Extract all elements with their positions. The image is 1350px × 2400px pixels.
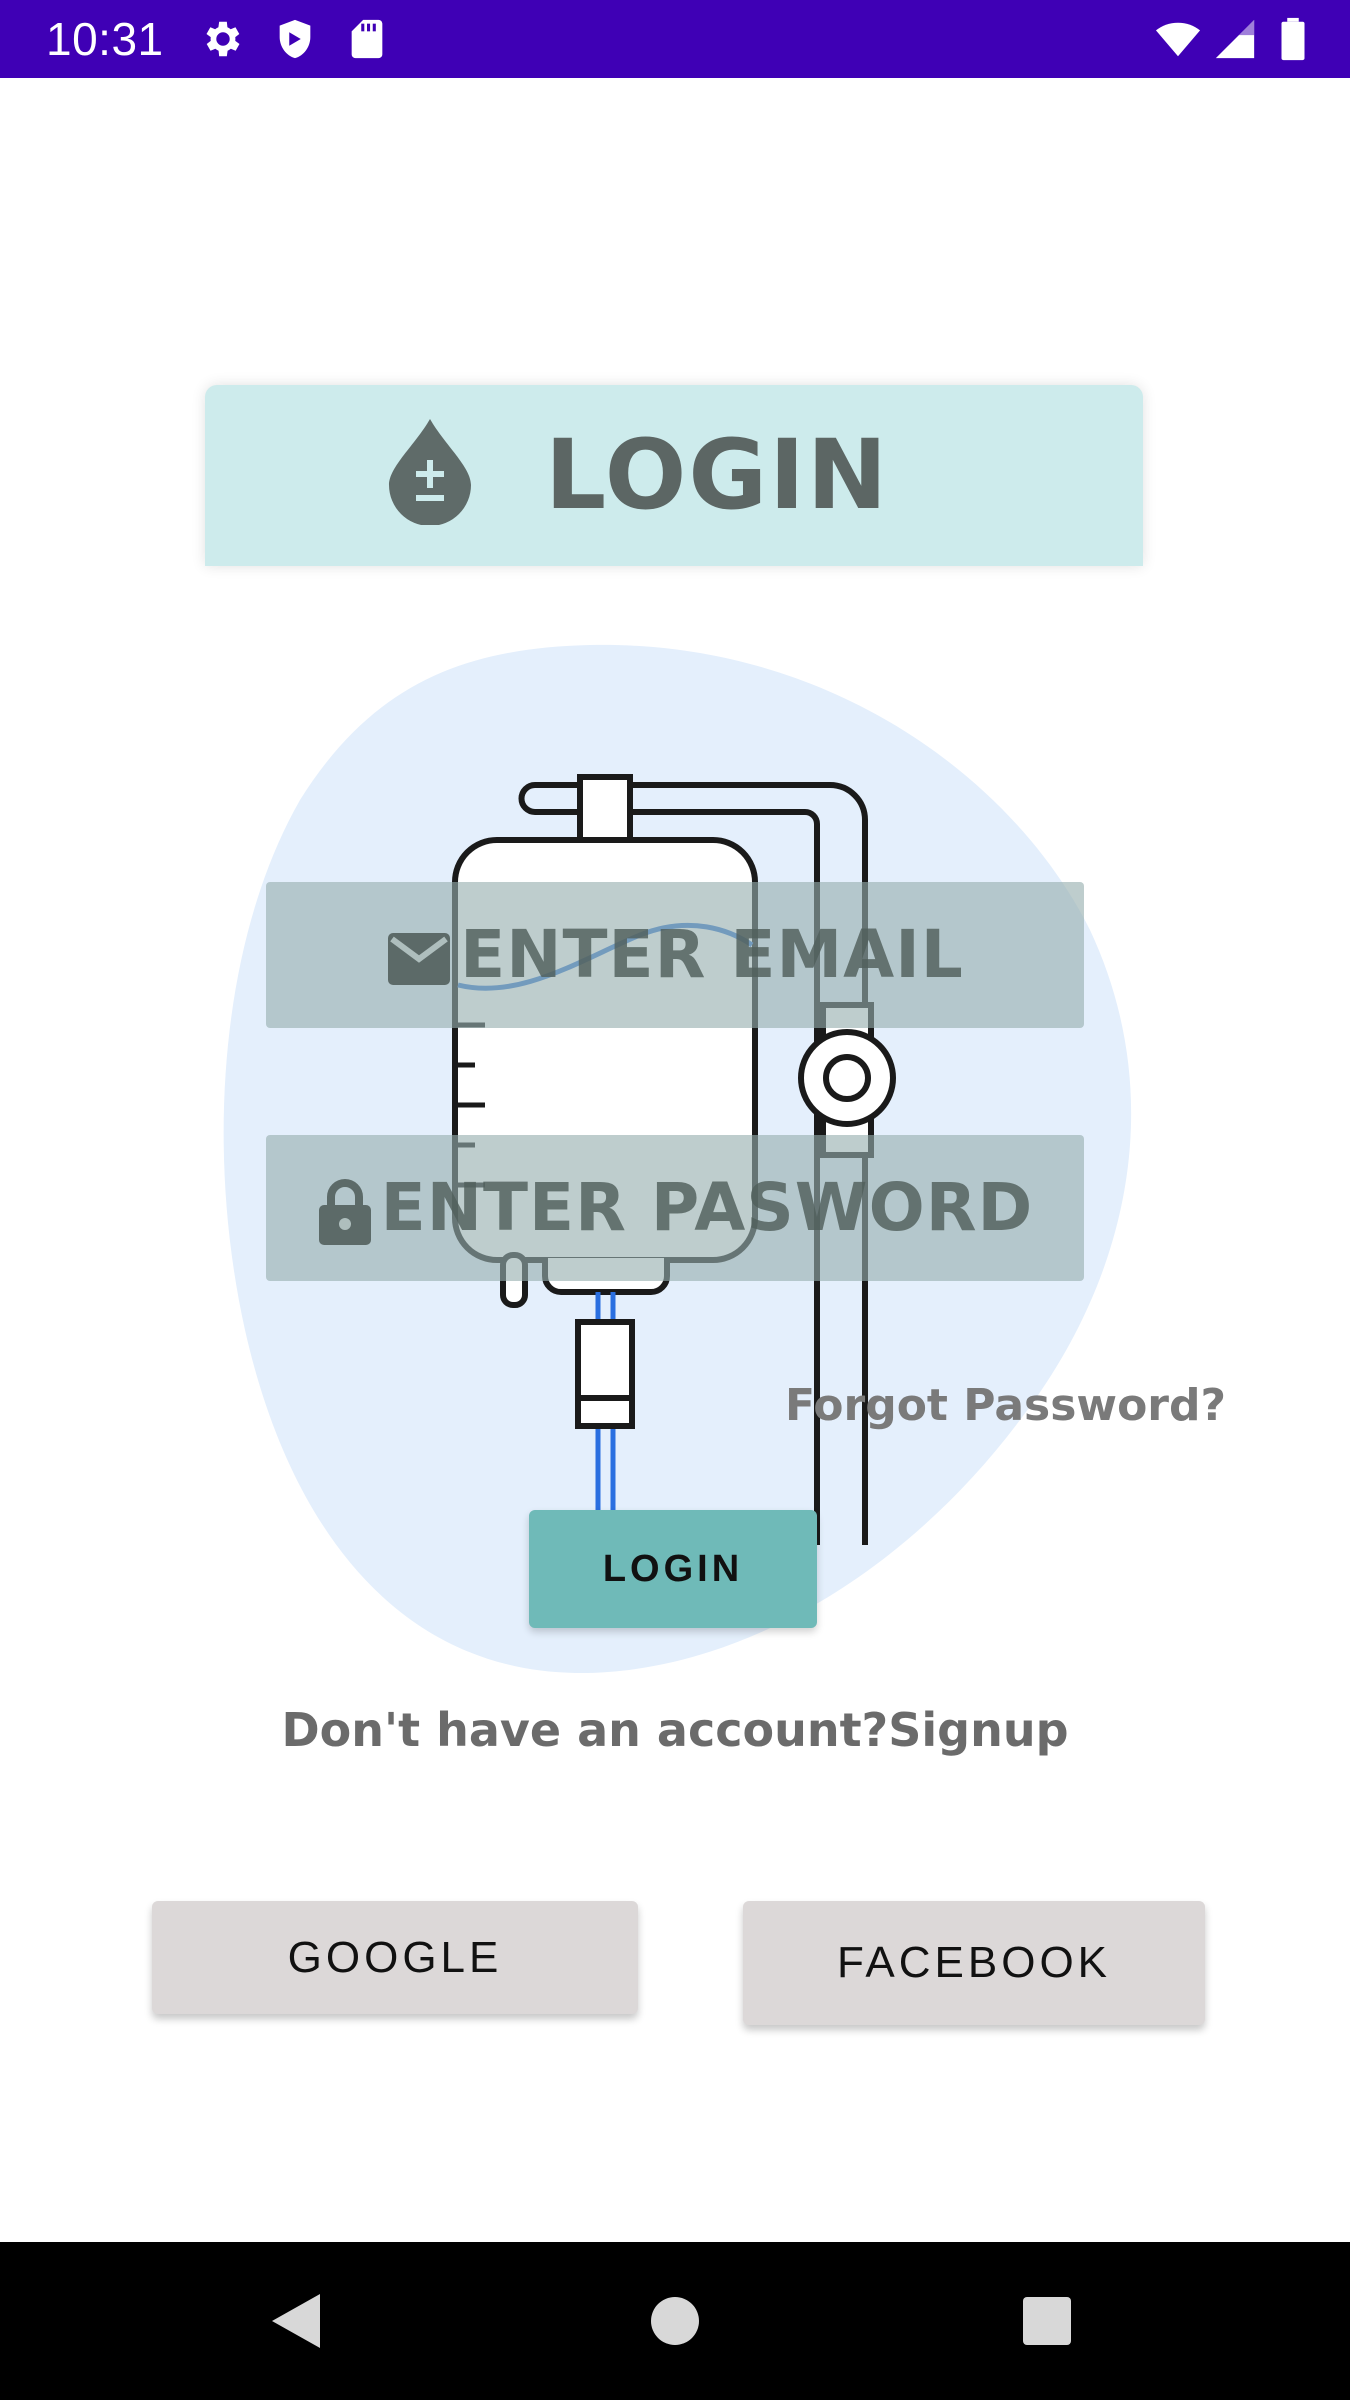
home-icon[interactable] bbox=[615, 2242, 735, 2400]
password-placeholder: ENTER PASWORD bbox=[380, 1169, 1034, 1246]
signup-prefix: Don't have an account? bbox=[281, 1703, 889, 1757]
facebook-button[interactable]: FACEBOOK bbox=[743, 1901, 1205, 2025]
forgot-password-link[interactable]: Forgot Password? bbox=[785, 1378, 1226, 1434]
signup-prompt: Don't have an account?Signup bbox=[0, 1700, 1350, 1760]
email-placeholder: ENTER EMAIL bbox=[460, 916, 964, 993]
mail-icon bbox=[388, 932, 451, 985]
login-screen: 10:31 LOGIN ENTER EMAIL ENTER PASWORD Fo… bbox=[0, 0, 1350, 2400]
email-field[interactable]: ENTER EMAIL bbox=[266, 882, 1084, 1028]
navigation-bar bbox=[0, 2242, 1350, 2400]
recents-icon[interactable] bbox=[987, 2242, 1107, 2400]
google-button[interactable]: GOOGLE bbox=[152, 1901, 638, 2014]
signup-link[interactable]: Signup bbox=[888, 1700, 1068, 1760]
back-icon[interactable] bbox=[240, 2242, 360, 2400]
password-field[interactable]: ENTER PASWORD bbox=[266, 1135, 1084, 1281]
login-button[interactable]: LOGIN bbox=[529, 1510, 817, 1628]
lock-icon bbox=[318, 1179, 371, 1245]
